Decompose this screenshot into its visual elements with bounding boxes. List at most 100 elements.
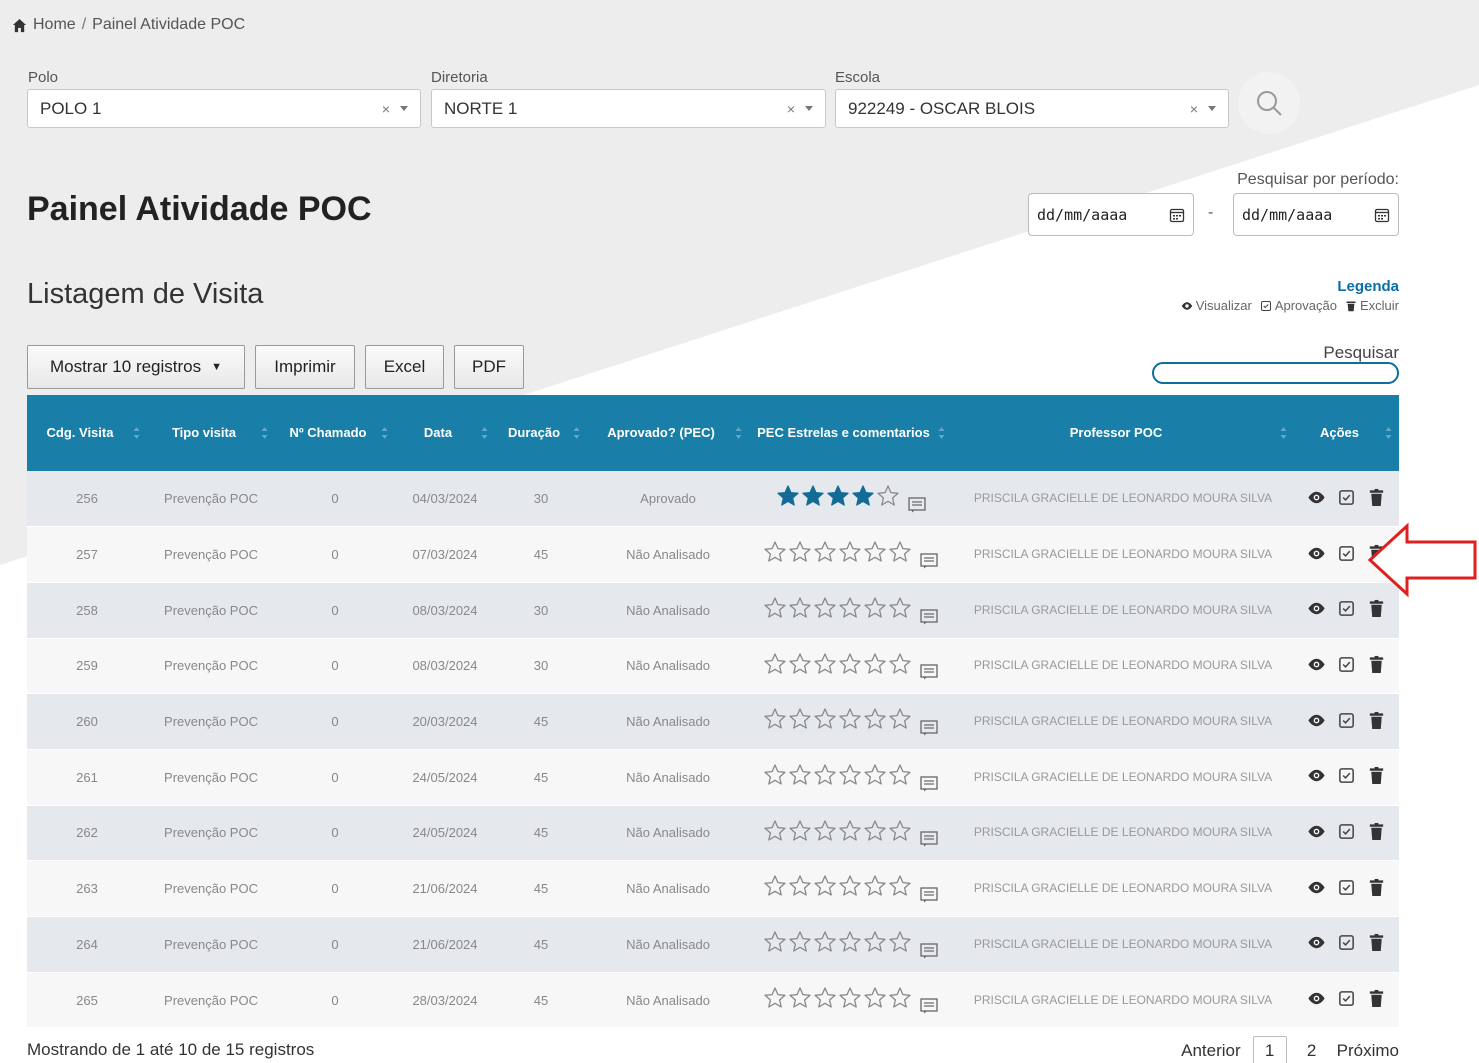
star-empty-icon[interactable] — [863, 707, 887, 731]
star-empty-icon[interactable] — [863, 874, 887, 898]
page-1-button[interactable]: 1 — [1252, 1036, 1287, 1063]
star-empty-icon[interactable] — [888, 707, 912, 731]
eye-icon[interactable] — [1307, 766, 1326, 785]
comment-icon[interactable] — [920, 775, 938, 792]
filter-search-button[interactable] — [1238, 72, 1300, 134]
star-empty-icon[interactable] — [763, 707, 787, 731]
prev-page-button[interactable]: Anterior — [1181, 1041, 1241, 1061]
breadcrumb-home[interactable]: Home — [33, 16, 76, 34]
comment-icon[interactable] — [920, 664, 938, 680]
star-empty-icon[interactable] — [888, 596, 912, 620]
star-empty-icon[interactable] — [813, 652, 837, 676]
star-empty-icon[interactable] — [813, 986, 837, 1010]
comment-icon[interactable] — [920, 831, 938, 847]
star-filled-icon[interactable] — [826, 484, 850, 508]
comment-icon[interactable] — [920, 608, 938, 625]
star-empty-icon[interactable] — [788, 763, 812, 787]
col-teacher-header[interactable]: Professor POC — [952, 395, 1294, 471]
star-empty-icon[interactable] — [888, 986, 912, 1010]
star-empty-icon[interactable] — [813, 819, 837, 843]
comment-icon[interactable] — [907, 497, 926, 513]
star-rating[interactable] — [763, 986, 912, 1010]
star-empty-icon[interactable] — [788, 819, 812, 843]
checkbox-icon[interactable] — [1337, 488, 1356, 507]
star-empty-icon[interactable] — [888, 819, 912, 843]
comment-icon[interactable] — [920, 887, 938, 903]
star-empty-icon[interactable] — [876, 484, 900, 508]
star-empty-icon[interactable] — [763, 652, 787, 676]
star-empty-icon[interactable] — [763, 986, 787, 1010]
eye-icon[interactable] — [1307, 655, 1326, 674]
checkbox-icon[interactable] — [1337, 544, 1356, 563]
star-empty-icon[interactable] — [763, 540, 787, 564]
calendar-icon[interactable] — [1374, 207, 1390, 223]
star-empty-icon[interactable] — [863, 596, 887, 620]
page-2-button[interactable]: 2 — [1299, 1041, 1325, 1061]
checkbox-icon[interactable] — [1337, 711, 1356, 730]
star-empty-icon[interactable] — [838, 763, 862, 787]
col-ticket-header[interactable]: Nº Chamado — [275, 395, 395, 471]
trash-icon[interactable] — [1367, 599, 1386, 618]
star-empty-icon[interactable] — [763, 819, 787, 843]
star-filled-icon[interactable] — [801, 484, 825, 508]
star-empty-icon[interactable] — [788, 707, 812, 731]
star-rating[interactable] — [763, 707, 912, 731]
col-date-header[interactable]: Data — [395, 395, 495, 471]
eye-icon[interactable] — [1307, 711, 1326, 730]
star-empty-icon[interactable] — [813, 596, 837, 620]
star-empty-icon[interactable] — [863, 652, 887, 676]
polo-chevron-down-icon[interactable] — [400, 106, 408, 111]
excel-button[interactable]: Excel — [365, 345, 444, 389]
trash-icon[interactable] — [1367, 878, 1386, 897]
escola-select[interactable]: 922249 - OSCAR BLOIS × — [835, 89, 1229, 128]
col-code-header[interactable]: Cdg. Visita — [27, 395, 147, 471]
eye-icon[interactable] — [1307, 599, 1326, 618]
checkbox-icon[interactable] — [1337, 933, 1356, 952]
diretoria-chevron-down-icon[interactable] — [805, 106, 813, 111]
star-rating[interactable] — [763, 596, 912, 620]
trash-icon[interactable] — [1367, 711, 1386, 730]
comment-icon[interactable] — [920, 998, 938, 1014]
diretoria-clear-icon[interactable]: × — [787, 101, 795, 117]
home-icon[interactable] — [12, 18, 27, 33]
star-empty-icon[interactable] — [838, 540, 862, 564]
star-empty-icon[interactable] — [888, 763, 912, 787]
trash-icon[interactable] — [1367, 655, 1386, 674]
checkbox-icon[interactable] — [1337, 655, 1356, 674]
star-empty-icon[interactable] — [838, 930, 862, 954]
eye-icon[interactable] — [1307, 544, 1326, 563]
eye-icon[interactable] — [1307, 822, 1326, 841]
eye-icon[interactable] — [1307, 933, 1326, 952]
checkbox-icon[interactable] — [1337, 599, 1356, 618]
star-empty-icon[interactable] — [788, 986, 812, 1010]
star-empty-icon[interactable] — [863, 986, 887, 1010]
star-rating[interactable] — [763, 540, 912, 564]
star-rating[interactable] — [763, 819, 912, 843]
star-empty-icon[interactable] — [813, 540, 837, 564]
star-empty-icon[interactable] — [788, 596, 812, 620]
trash-icon[interactable] — [1367, 488, 1386, 507]
checkbox-icon[interactable] — [1337, 766, 1356, 785]
star-empty-icon[interactable] — [763, 874, 787, 898]
calendar-icon[interactable] — [1169, 207, 1185, 223]
star-empty-icon[interactable] — [788, 652, 812, 676]
end-date-input[interactable]: dd/mm/aaaa — [1233, 193, 1399, 236]
star-empty-icon[interactable] — [838, 874, 862, 898]
trash-icon[interactable] — [1367, 822, 1386, 841]
start-date-input[interactable]: dd/mm/aaaa — [1028, 193, 1194, 236]
trash-icon[interactable] — [1367, 989, 1386, 1008]
eye-icon[interactable] — [1307, 488, 1326, 507]
star-empty-icon[interactable] — [888, 652, 912, 676]
polo-select[interactable]: POLO 1 × — [27, 89, 421, 128]
star-rating[interactable] — [763, 652, 912, 676]
star-empty-icon[interactable] — [813, 763, 837, 787]
col-approved-header[interactable]: Aprovado? (PEC) — [587, 395, 749, 471]
star-empty-icon[interactable] — [863, 763, 887, 787]
star-empty-icon[interactable] — [863, 540, 887, 564]
table-search-input[interactable] — [1152, 362, 1399, 384]
star-empty-icon[interactable] — [763, 763, 787, 787]
star-empty-icon[interactable] — [838, 707, 862, 731]
col-duration-header[interactable]: Duração — [495, 395, 587, 471]
star-empty-icon[interactable] — [838, 819, 862, 843]
comment-icon[interactable] — [920, 720, 938, 736]
